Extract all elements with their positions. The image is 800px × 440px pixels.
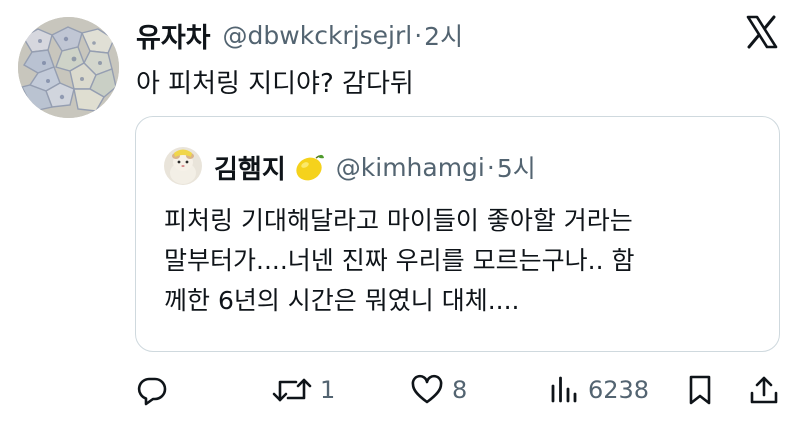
quote-user-handle[interactable]: @kimhamgi [336,153,485,182]
user-handle[interactable]: @dbwkckrjsejrl [223,21,413,50]
heart-icon [411,374,443,404]
reply-icon [137,377,167,406]
quote-text-line: 말부터가....너넨 진짜 우리를 모르는구나.. 함 [164,246,635,275]
quote-text-line: 께한 6년의 시간은 뭐였니 대체.... [164,286,520,315]
views-button[interactable]: 6238 [548,370,649,410]
share-icon [750,376,778,404]
tweet-header: 유자차 @dbwkckrjsejrl · 2시 [136,16,463,55]
like-count: 8 [452,376,468,404]
retweet-icon [272,378,312,402]
tweet-text: 아 피처링 지디야? 감다뒤 [136,69,414,99]
bookmark-icon [689,375,711,405]
separator-dot: · [414,20,423,50]
quote-avatar[interactable] [164,147,202,185]
reply-button[interactable] [136,370,176,410]
action-bar: 1 8 6238 [0,370,800,410]
timestamp[interactable]: 2시 [424,17,463,53]
display-name[interactable]: 유자차 [136,16,211,55]
bar-chart-icon [551,376,577,403]
quote-tweet-card[interactable]: 김햄지 @kimhamgi · 5시 피처링 기대해달라고 마이들이 좋아할 거… [135,116,780,352]
lemon-emoji-icon [292,150,326,184]
avatar[interactable] [18,17,119,118]
bookmark-button[interactable] [686,370,714,410]
quote-text: 피처링 기대해달라고 마이들이 좋아할 거라는 말부터가....너넨 진짜 우리… [164,201,774,321]
quote-text-line: 피처링 기대해달라고 마이들이 좋아할 거라는 [164,206,633,235]
quote-header: 김햄지 @kimhamgi · 5시 [214,147,536,187]
x-logo-icon [744,14,780,50]
quote-timestamp[interactable]: 5시 [497,149,536,185]
retweet-count: 1 [320,376,336,404]
share-button[interactable] [748,370,780,410]
like-button[interactable]: 8 [410,370,467,410]
retweet-button[interactable]: 1 [272,370,335,410]
separator-dot: · [486,152,495,182]
quote-display-name[interactable]: 김햄지 [214,149,286,186]
views-count: 6238 [588,376,650,404]
